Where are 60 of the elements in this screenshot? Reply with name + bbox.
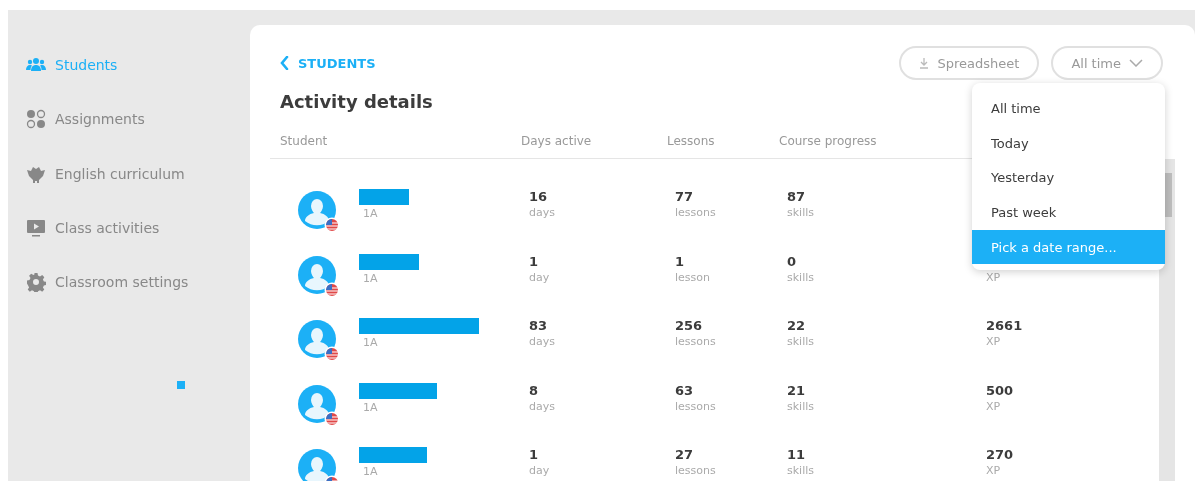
days-unit: day	[529, 270, 551, 284]
back-link[interactable]: STUDENTS	[280, 55, 376, 71]
sidebar-item[interactable]: English curriculum	[26, 146, 250, 201]
column-header: Days active	[521, 134, 593, 148]
xp-unit: XP	[986, 464, 1002, 478]
xp-value: 2661	[986, 318, 1024, 334]
days-value: 1	[529, 253, 540, 269]
skills-unit: skills	[787, 399, 815, 413]
lessons-value: 63	[675, 382, 695, 398]
days-value: 1	[529, 447, 540, 463]
skills-value: 0	[787, 253, 798, 269]
skills-unit: skills	[787, 270, 815, 284]
sidebar-item[interactable]: Assignments	[26, 92, 250, 147]
skills-unit: skills	[787, 464, 815, 478]
sidebar-item[interactable]: Class activities	[26, 200, 250, 256]
lessons-unit: lessons	[675, 464, 717, 478]
skills-value: 22	[787, 318, 807, 334]
class-label: 1A	[363, 465, 379, 479]
days-value: 83	[529, 318, 549, 334]
skills-unit: skills	[787, 206, 815, 219]
xp-value: 500	[986, 382, 1015, 398]
sidebar-item[interactable]: Classroom settings	[26, 255, 250, 310]
lessons-unit: lessons	[675, 206, 717, 219]
column-header: Lessons	[667, 134, 716, 148]
days-unit: day	[529, 464, 551, 478]
spreadsheet-button[interactable]: Spreadsheet	[899, 46, 1040, 80]
days-unit: days	[529, 335, 556, 349]
sidebar-item[interactable]: Students	[26, 38, 250, 93]
skills-value: 87	[787, 189, 807, 204]
menu-option[interactable]: Pick a date range...	[972, 229, 1165, 265]
xp-value: 270	[986, 447, 1015, 463]
lessons-value: 77	[675, 189, 695, 204]
page-title: Activity details	[280, 91, 433, 112]
class-label: 1A	[363, 271, 379, 285]
column-header: Student	[280, 134, 329, 148]
lessons-unit: lessons	[675, 399, 717, 413]
skills-unit: skills	[787, 335, 815, 349]
skills-value: 11	[787, 447, 807, 463]
xp-unit: XP	[986, 399, 1002, 413]
lessons-unit: lesson	[675, 270, 711, 284]
days-value: 8	[529, 382, 540, 398]
lessons-value: 27	[675, 447, 695, 463]
lessons-value: 1	[675, 253, 686, 269]
menu-option[interactable]: Yesterday	[972, 160, 1165, 196]
lessons-value: 256	[675, 318, 704, 334]
xp-unit: XP	[986, 270, 1002, 284]
menu-option[interactable]: Past week	[972, 195, 1165, 230]
days-unit: days	[529, 399, 556, 413]
menu-option[interactable]: Today	[972, 125, 1165, 161]
lessons-unit: lessons	[675, 335, 717, 349]
class-label: 1A	[363, 400, 379, 414]
menu-option[interactable]: All time	[972, 91, 1165, 126]
days-value: 16	[529, 189, 549, 204]
class-label: 1A	[363, 336, 379, 350]
days-unit: days	[529, 206, 556, 219]
xp-unit: XP	[986, 335, 1002, 349]
range-dropdown[interactable]: All time	[1051, 46, 1163, 80]
column-header: Course progress	[779, 134, 878, 148]
skills-value: 21	[787, 382, 807, 398]
class-label: 1A	[363, 207, 379, 220]
